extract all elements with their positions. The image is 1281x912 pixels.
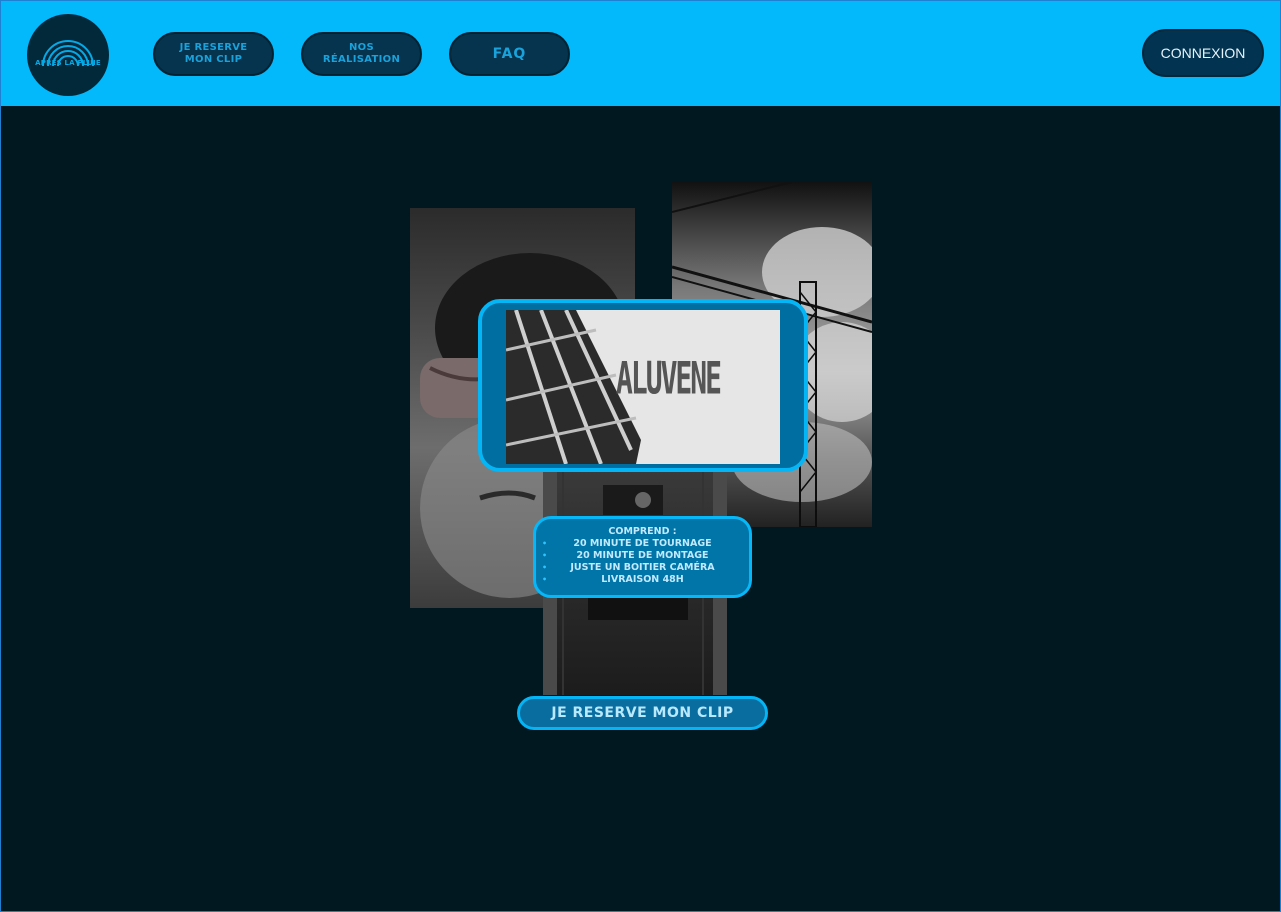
nav-realisations-label-line2: RÉALISATION bbox=[322, 54, 401, 65]
top-navigation-bar: APRÈS LA PLUIE JE RESERVE MON CLIP NOS R… bbox=[0, 0, 1281, 106]
video-thumbnail-title: ALUVENE bbox=[616, 352, 722, 405]
nav-faq-label: FAQ bbox=[492, 46, 527, 62]
logo-text: APRÈS LA PLUIE bbox=[35, 59, 101, 67]
offer-heading: COMPREND : bbox=[608, 526, 677, 537]
nav-realisations-label-line1: NOS bbox=[349, 42, 374, 53]
nav-reserve-button[interactable]: JE RESERVE MON CLIP bbox=[153, 32, 274, 76]
nav-reserve-label-line2: MON CLIP bbox=[184, 54, 243, 65]
reserve-clip-button[interactable]: JE RESERVE MON CLIP bbox=[517, 696, 768, 730]
offer-details-card: COMPREND : 20 MINUTE DE TOURNAGE 20 MINU… bbox=[533, 516, 752, 598]
brand-logo[interactable]: APRÈS LA PLUIE bbox=[27, 14, 109, 96]
nav-realisations-button[interactable]: NOS RÉALISATION bbox=[301, 32, 422, 76]
offer-list: 20 MINUTE DE TOURNAGE 20 MINUTE DE MONTA… bbox=[536, 538, 749, 586]
nav-faq-button[interactable]: FAQ bbox=[449, 32, 570, 76]
offer-item: LIVRAISON 48H bbox=[536, 574, 749, 586]
rainbow-logo-icon bbox=[42, 40, 94, 67]
video-preview-card[interactable]: ALUVENE bbox=[478, 299, 808, 472]
video-thumbnail[interactable]: ALUVENE bbox=[506, 310, 780, 464]
offer-item: 20 MINUTE DE MONTAGE bbox=[536, 550, 749, 562]
nav-reserve-label-line1: JE RESERVE bbox=[179, 42, 248, 53]
offer-item: 20 MINUTE DE TOURNAGE bbox=[536, 538, 749, 550]
offer-item: JUSTE UN BOITIER CAMÉRA bbox=[536, 562, 749, 574]
login-button[interactable]: CONNEXION bbox=[1142, 29, 1264, 77]
